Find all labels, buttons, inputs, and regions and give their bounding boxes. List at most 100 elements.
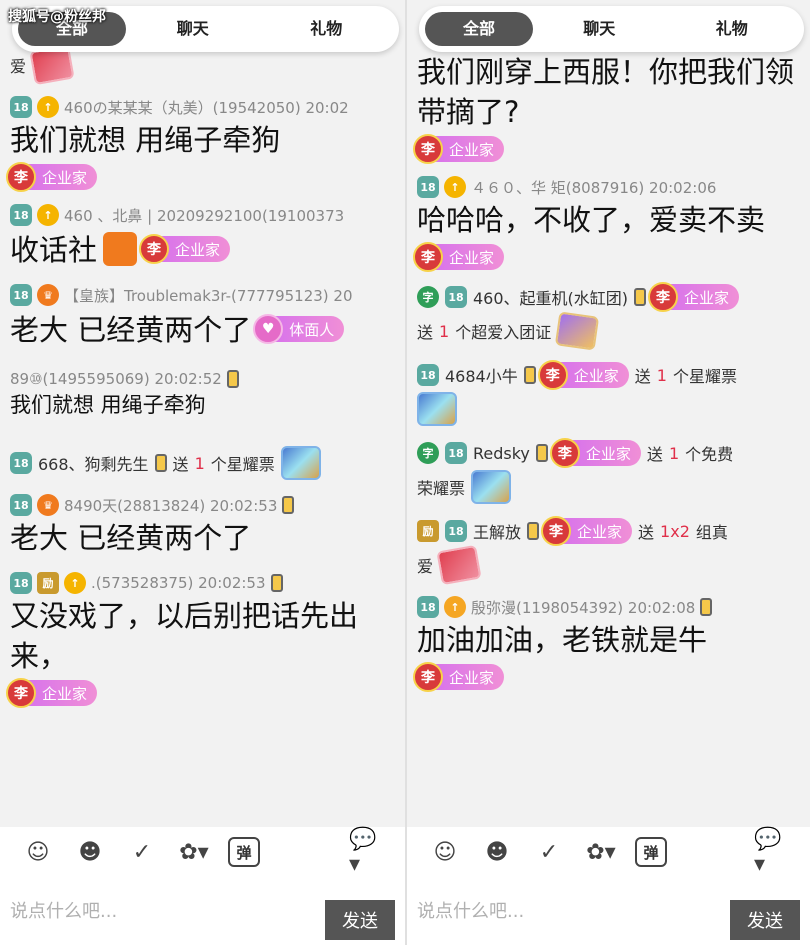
enterprise-badge: 李企业家 — [139, 234, 231, 264]
chat-toolbar: ☺ ☻ ✓ ✿▾ 弹 💬▾ — [407, 827, 810, 877]
level-badge-icon: 18 — [445, 442, 467, 464]
user-meta: 8490天(28813824) 20:02:53 — [64, 496, 278, 515]
chat-input[interactable] — [417, 900, 730, 922]
seal-icon: 李 — [537, 360, 568, 390]
tab-gift[interactable]: 礼物 — [260, 12, 394, 46]
heart-icon: ♥ — [253, 314, 284, 344]
send-label: 送 — [172, 455, 189, 474]
enterprise-badge: 李企业家 — [413, 242, 505, 272]
emoji-picker-icon[interactable]: ☻ — [479, 834, 515, 870]
user-meta: 460 、北鼻 | 20209292100(19100373 — [64, 206, 345, 225]
sticker-icon[interactable]: ✓ — [124, 834, 160, 870]
tab-chat[interactable]: 聊天 — [126, 12, 260, 46]
user-meta: 460の某某某（丸美）(19542050) 20:02 — [64, 98, 349, 117]
emoji-icon — [103, 232, 138, 266]
enterprise-badge: 李企业家 — [549, 438, 641, 468]
gift-name-cont: 荣耀票 — [417, 479, 466, 498]
level-badge-icon: 18 — [10, 572, 32, 594]
fan-badge-icon: ↑ — [444, 596, 466, 618]
send-label: 送 — [417, 323, 434, 342]
gift-flower-icon[interactable]: ✿▾ — [583, 834, 619, 870]
title-badge: ♥ 体面人 — [253, 314, 345, 344]
chat-list[interactable]: 爱 18 ↑ 460の某某某（丸美）(19542050) 20:02 我们就想 用绳… — [0, 40, 405, 827]
composer: 发送 — [0, 877, 405, 945]
list-item: 18 ↑ 460 、北鼻 | 20209292100(19100373 收话社 李企业… — [10, 204, 395, 270]
user-name: 王解放 — [473, 523, 522, 542]
message-text: 老大 已经黄两个了 — [10, 521, 252, 555]
gift-icon — [280, 446, 321, 480]
tab-chat[interactable]: 聊天 — [533, 12, 666, 46]
chat-bubble-menu-icon[interactable]: 💬▾ — [754, 827, 790, 877]
chat-toolbar: ☺ ☻ ✓ ✿▾ 弹 💬▾ — [0, 827, 405, 877]
gift-name: 组真 — [695, 523, 728, 542]
send-label: 送 — [646, 445, 663, 464]
list-item: 字 18 460、起重机(水缸团) 李企业家 送 1 个超爱入团证 — [417, 282, 800, 351]
chat-bubble-menu-icon[interactable]: 💬▾ — [349, 827, 385, 877]
gift-icon — [436, 544, 482, 586]
enterprise-badge: 李企业家 — [413, 662, 505, 692]
gift-count: 1 — [439, 321, 450, 341]
emoji-picker-icon[interactable]: ☻ — [72, 834, 108, 870]
phone-icon — [523, 366, 536, 384]
composer: 发送 — [407, 877, 810, 945]
phone-icon — [226, 370, 239, 388]
danmaku-toggle-button[interactable]: 弹 — [635, 837, 667, 867]
level-badge-icon: 18 — [10, 452, 32, 474]
fan-badge-icon: ↑ — [64, 572, 86, 594]
message-text: 哈哈哈，不收了，爱卖不卖 — [417, 203, 766, 237]
fan-badge-icon: ↑ — [37, 204, 59, 226]
level-badge-icon: 18 — [10, 96, 32, 118]
send-button[interactable]: 发送 — [325, 900, 395, 940]
user-meta: 89⑩(1495595069) 20:02:52 — [10, 370, 222, 388]
level-badge-icon: 18 — [417, 596, 439, 618]
message-text: 我们刚穿上西服！你把我们领带摘了? — [417, 55, 795, 129]
chat-panel-right: 全部 聊天 礼物 我们刚穿上西服！你把我们领带摘了? 李企业家 18 ↑ ４６０、华… — [405, 0, 810, 945]
chat-list[interactable]: 我们刚穿上西服！你把我们领带摘了? 李企业家 18 ↑ ４６０、华 矩(808791… — [407, 40, 810, 827]
list-item: 18 励 ↑ .(573528375) 20:02:53 又没戏了，以后别把话先出来，… — [6, 572, 395, 708]
seal-icon: 李 — [139, 234, 170, 264]
send-button[interactable]: 发送 — [730, 900, 800, 940]
filter-tabs: 全部 聊天 礼物 — [419, 6, 804, 52]
phone-icon — [634, 288, 647, 306]
gift-icon — [417, 392, 457, 426]
list-item: 18 668、狗剩先生 送 1 个星耀票 — [10, 446, 395, 480]
gift-count: 1 — [194, 453, 205, 473]
enterprise-badge: 李企业家 — [6, 678, 98, 708]
message-text: 我们就想 用绳子牵狗 — [10, 393, 206, 417]
sticker-icon[interactable]: ✓ — [531, 834, 567, 870]
user-meta: ４６０、华 矩(8087916) 20:02:06 — [471, 178, 717, 197]
tab-all[interactable]: 全部 — [425, 12, 533, 46]
message-text: 我们就想 用绳子牵狗 — [10, 123, 281, 157]
level-badge-icon: 18 — [10, 204, 32, 226]
encourage-icon: 励 — [417, 520, 439, 542]
gift-count: 1 — [656, 365, 667, 385]
enterprise-badge: 李企业家 — [541, 516, 633, 546]
seal-icon: 李 — [6, 678, 36, 708]
phone-icon — [270, 574, 283, 592]
list-item: 字 18 Redsky 李企业家送 1 个免费 荣耀票 — [417, 438, 800, 504]
chat-input[interactable] — [10, 900, 325, 922]
danmaku-toggle-button[interactable]: 弹 — [228, 837, 260, 867]
list-item: 18 ♛ 8490天(28813824) 20:02:53 老大 已经黄两个了 — [10, 494, 395, 558]
user-meta: 殷弥漫(1198054392) 20:02:08 — [471, 598, 696, 617]
gift-name: 个星耀票 — [210, 455, 275, 474]
message-text: 收话社 — [10, 233, 98, 267]
font-style-icon[interactable]: ☺ — [427, 834, 463, 870]
message-text: 加油加油，老铁就是牛 — [417, 623, 708, 657]
list-item: 18 ♛ 【皇族】Troublemak3r-(777795123) 20 老大 已经… — [10, 284, 395, 350]
seal-icon: 李 — [413, 134, 443, 164]
crown-icon: ♛ — [37, 494, 59, 516]
font-style-icon[interactable]: ☺ — [20, 834, 56, 870]
list-item: 18 ↑ ４６０、华 矩(8087916) 20:02:06 哈哈哈，不收了，爱卖不… — [413, 176, 800, 272]
level-badge-icon: 18 — [445, 520, 467, 542]
gift-flower-icon[interactable]: ✿▾ — [176, 834, 212, 870]
user-meta: 【皇族】Troublemak3r-(777795123) 20 — [64, 286, 353, 305]
user-meta: .(573528375) 20:02:53 — [91, 574, 266, 592]
zi-badge-icon: 字 — [417, 442, 439, 464]
tab-gift[interactable]: 礼物 — [666, 12, 799, 46]
seal-icon: 李 — [6, 162, 36, 192]
phone-icon — [527, 522, 540, 540]
gift-count: 1x2 — [660, 521, 690, 541]
list-item: 爱 — [10, 44, 395, 86]
enterprise-badge: 李企业家 — [413, 134, 505, 164]
